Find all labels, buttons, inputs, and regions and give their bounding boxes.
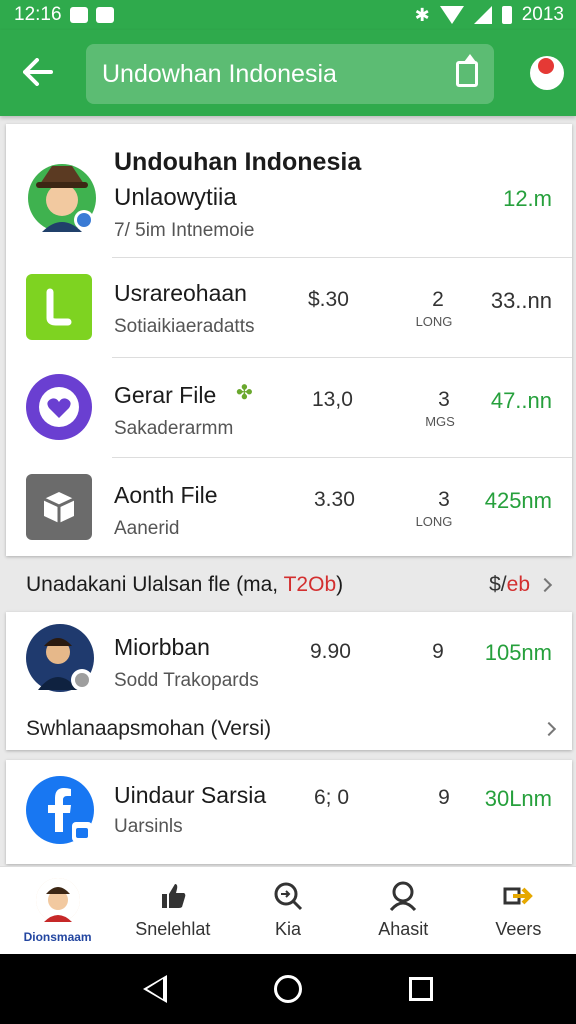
section-label: Unadakani Ulalsan fle bbox=[26, 573, 231, 596]
notification-icon bbox=[69, 7, 88, 23]
back-arrow-icon bbox=[23, 58, 53, 86]
app-title: Usrareohaan bbox=[114, 280, 247, 306]
nav-item-home[interactable]: Dionsmaam bbox=[0, 867, 115, 954]
featured-size: 12.m bbox=[503, 186, 552, 211]
status-year: 2013 bbox=[521, 4, 564, 25]
nav-item-more[interactable]: Veers bbox=[461, 867, 576, 954]
nav-label-more: Veers bbox=[495, 919, 542, 939]
nav-item-like[interactable]: Snelehlat bbox=[115, 867, 230, 954]
arrow-right-icon bbox=[503, 887, 534, 905]
image-icon bbox=[95, 7, 114, 23]
list-item[interactable]: Aonth File Aanerid 3.30 3 LONG 425nm bbox=[6, 458, 572, 558]
section-header: Unadakani Ulalsan fle (ma, T2Ob) $/eb bbox=[0, 560, 576, 610]
nav-item-account[interactable]: Ahasit bbox=[346, 867, 461, 954]
app-count: 9 bbox=[432, 640, 444, 663]
section-paren-open: (ma, bbox=[236, 573, 284, 596]
box-app-icon bbox=[26, 474, 92, 540]
thumbs-up-icon bbox=[161, 884, 186, 908]
nav-label-like: Snelehlat bbox=[135, 919, 211, 939]
back-button[interactable] bbox=[18, 50, 58, 94]
system-home-icon[interactable] bbox=[273, 975, 302, 1003]
system-navigation-bar bbox=[0, 954, 576, 1024]
share-icon[interactable] bbox=[456, 54, 478, 87]
featured-avatar-icon bbox=[26, 154, 98, 234]
search-input[interactable] bbox=[102, 59, 456, 89]
app-count: 9 bbox=[438, 786, 450, 809]
app-title: Aonth File bbox=[114, 482, 218, 508]
heart-app-icon bbox=[26, 374, 92, 440]
sparkle-icon: ✤ bbox=[236, 382, 253, 404]
app-unit: LONG bbox=[415, 514, 453, 529]
app-unit: MGS bbox=[425, 414, 455, 429]
app-title: Gerar File bbox=[114, 382, 217, 408]
app-count: 2 bbox=[432, 288, 444, 311]
link-red: eb bbox=[506, 573, 530, 596]
profile-avatar[interactable] bbox=[530, 56, 564, 90]
list-item[interactable]: Usrareohaan Sotiaikiaeradatts $.30 2 LON… bbox=[6, 258, 572, 358]
app-price: $.30 bbox=[308, 288, 349, 311]
system-recents-icon[interactable] bbox=[408, 977, 433, 1001]
section-paren-close: ) bbox=[336, 573, 344, 596]
app-unit: LONG bbox=[415, 314, 453, 329]
app-bar bbox=[0, 30, 576, 116]
bluetooth-icon: ✱ bbox=[414, 4, 430, 25]
app-price: 9.90 bbox=[310, 640, 351, 663]
section-more-link[interactable]: $/eb bbox=[489, 573, 553, 597]
featured-title: Undouhan Indonesia bbox=[114, 148, 362, 176]
app-size: 33..nn bbox=[490, 288, 552, 313]
person-icon bbox=[390, 881, 417, 911]
section-paren-red: T2Ob bbox=[283, 573, 337, 596]
app-count: 3 bbox=[438, 488, 450, 511]
status-time: 12:16 bbox=[14, 4, 62, 25]
search-icon bbox=[274, 882, 303, 911]
app-subtitle: Uarsinls bbox=[114, 816, 183, 837]
version-label: Swhlanaapsmohan (Versi) bbox=[26, 717, 272, 740]
app-title: Miorbban bbox=[114, 634, 210, 660]
featured-row[interactable]: Undouhan Indonesia Unlaowytiia 7/ 5im In… bbox=[6, 124, 572, 258]
nav-label-search: Kia bbox=[275, 919, 302, 939]
app-size: 30Lnm bbox=[484, 786, 552, 811]
bottom-navigation: Dionsmaam Snelehlat Kia Ahasit Veers bbox=[0, 866, 576, 954]
search-box[interactable] bbox=[86, 44, 494, 104]
list-item[interactable]: Gerar File ✤ Sakaderarmm 13,0 3 MGS 47..… bbox=[6, 358, 572, 458]
app-subtitle: Sodd Trakopards bbox=[114, 670, 259, 691]
signal-icon bbox=[473, 6, 492, 24]
chevron-right-icon bbox=[541, 721, 557, 737]
app-title: Uindaur Sarsia bbox=[114, 782, 267, 808]
facebook-icon bbox=[26, 776, 94, 844]
app-count: 3 bbox=[438, 388, 450, 411]
nav-label-account: Ahasit bbox=[378, 919, 429, 939]
app-size: 47..nn bbox=[490, 388, 552, 413]
app-subtitle: Sakaderarmm bbox=[114, 418, 234, 439]
app-size: 105nm bbox=[484, 640, 552, 665]
app-price: 6; 0 bbox=[314, 786, 350, 809]
system-back-icon[interactable] bbox=[143, 975, 168, 1003]
app-icon-green bbox=[26, 274, 92, 340]
battery-icon bbox=[501, 6, 512, 24]
app-card[interactable]: Uindaur Sarsia Uarsinls 6; 0 9 30Lnm bbox=[6, 760, 572, 864]
app-subtitle: Aanerid bbox=[114, 518, 180, 539]
section-title: Unadakani Ulalsan fle (ma, T2Ob) bbox=[26, 573, 343, 597]
version-link[interactable]: Swhlanaapsmohan (Versi) bbox=[26, 712, 557, 746]
featured-meta: 7/ 5im Intnemoie bbox=[114, 220, 255, 241]
app-price: 13,0 bbox=[312, 388, 353, 411]
chevron-right-icon bbox=[537, 577, 553, 593]
person-avatar-icon bbox=[26, 624, 94, 692]
app-list-card: Undouhan Indonesia Unlaowytiia 7/ 5im In… bbox=[6, 124, 572, 556]
nav-label-home: Dionsmaam bbox=[23, 929, 92, 944]
app-subtitle: Sotiaikiaeradatts bbox=[114, 316, 255, 337]
link-prefix: $/ bbox=[489, 573, 507, 596]
featured-subtitle: Unlaowytiia bbox=[114, 184, 237, 211]
nav-item-search[interactable]: Kia bbox=[230, 867, 345, 954]
status-bar: 12:16 ✱ 2013 bbox=[0, 0, 576, 30]
app-price: 3.30 bbox=[314, 488, 355, 511]
app-card[interactable]: Miorbban Sodd Trakopards 9.90 9 105nm Sw… bbox=[6, 612, 572, 750]
avatar-icon bbox=[35, 877, 80, 922]
wifi-icon bbox=[439, 6, 464, 24]
app-size: 425nm bbox=[484, 488, 552, 513]
